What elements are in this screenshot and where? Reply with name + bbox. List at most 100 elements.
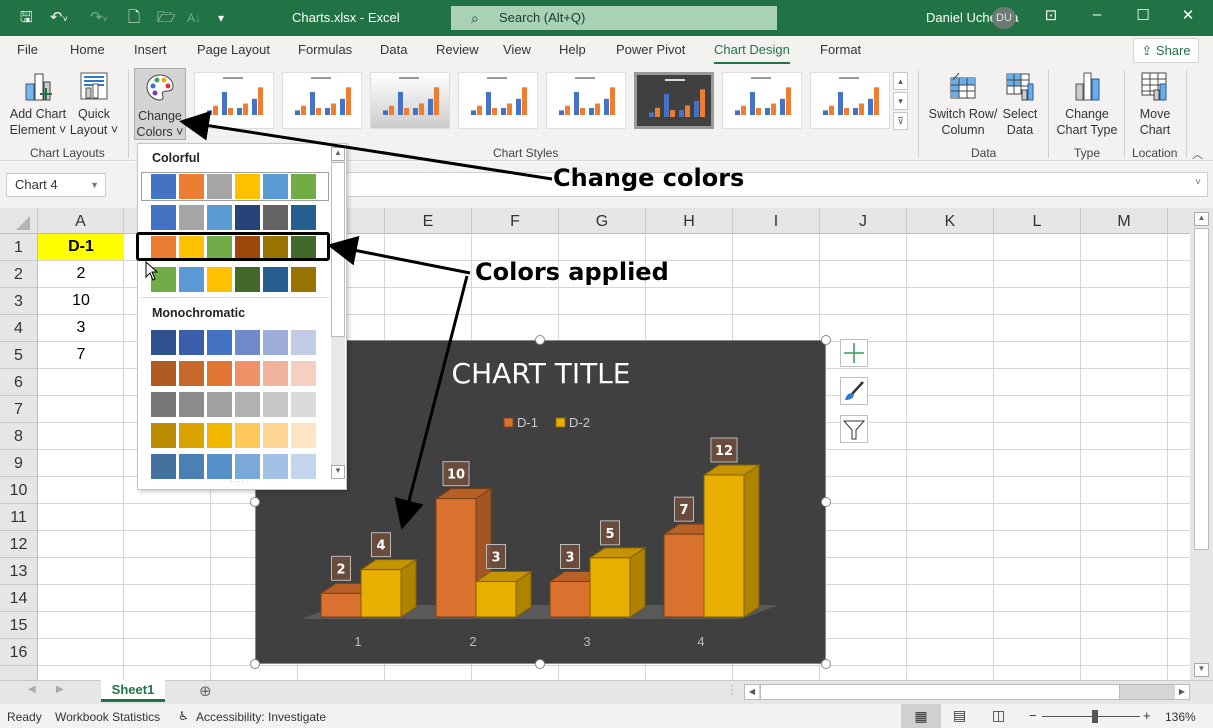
gallery-scroll-up[interactable]: ▴ [893, 72, 908, 90]
column-header-i[interactable]: I [733, 208, 820, 234]
row-header-16[interactable]: 16 [0, 639, 38, 666]
row-header-1[interactable]: 1 [0, 234, 38, 261]
column-header-l[interactable]: L [994, 208, 1081, 234]
sheet-tab[interactable]: Sheet1 [101, 680, 165, 702]
select-data-button[interactable]: Select Data [1000, 70, 1040, 138]
sort-icon[interactable]: A↓ [187, 8, 201, 28]
row-header-2[interactable]: 2 [0, 261, 38, 288]
scroll-right-button[interactable]: ▶ [1175, 685, 1189, 699]
row-header-15[interactable]: 15 [0, 612, 38, 639]
add-sheet-icon[interactable]: ⊕ [199, 682, 212, 700]
resize-handle[interactable] [821, 335, 831, 345]
chart-style-6[interactable] [634, 72, 714, 129]
tab-home[interactable]: Home [70, 42, 105, 57]
tab-review[interactable]: Review [436, 42, 479, 57]
undo-icon[interactable]: ↶˅ [50, 8, 68, 29]
chart-style-7[interactable] [722, 72, 802, 129]
tab-data[interactable]: Data [380, 42, 407, 57]
column-header-j[interactable]: J [820, 208, 907, 234]
cell-a4[interactable]: 3 [38, 315, 124, 341]
scroll-up-button[interactable]: ▲ [1194, 212, 1209, 226]
tab-insert[interactable]: Insert [134, 42, 167, 57]
next-sheet-icon[interactable]: ▶ [56, 684, 64, 695]
tab-power-pivot[interactable]: Power Pivot [616, 42, 685, 57]
row-header-3[interactable]: 3 [0, 288, 38, 315]
name-box[interactable]: Chart 4 ▼ [6, 173, 106, 197]
row-header-17[interactable] [0, 666, 38, 680]
gallery-more-button[interactable]: ⊽ [893, 112, 908, 130]
column-header-m[interactable]: M [1081, 208, 1168, 234]
workbook-statistics[interactable]: Workbook Statistics [55, 710, 160, 724]
column-header-a[interactable]: A [38, 208, 124, 234]
splitter-handle[interactable]: ⋮ [726, 683, 738, 697]
row-header-7[interactable]: 7 [0, 396, 38, 423]
tab-view[interactable]: View [503, 42, 531, 57]
row-header-9[interactable]: 9 [0, 450, 38, 477]
select-all-corner[interactable] [0, 208, 38, 234]
ribbon-display-icon[interactable]: ⊡ [1036, 6, 1066, 24]
column-header-e[interactable]: E [385, 208, 472, 234]
zoom-slider-thumb[interactable] [1092, 710, 1098, 723]
chart-filters-button[interactable] [840, 415, 868, 443]
h-scroll-thumb[interactable] [760, 685, 1120, 699]
chart-styles-button[interactable] [840, 377, 868, 405]
share-button[interactable]: ⇪ Share [1133, 38, 1199, 63]
search-box[interactable]: ⌕ Search (Alt+Q) [451, 6, 777, 30]
chart-style-5[interactable] [546, 72, 626, 129]
scroll-thumb[interactable] [1194, 228, 1209, 550]
open-folder-icon[interactable]: 🗁 [157, 8, 176, 28]
customize-qat-icon[interactable]: ▾ [218, 8, 224, 28]
switch-row-column-button[interactable]: Switch Row/ Column [928, 70, 998, 138]
chart-style-2[interactable] [282, 72, 362, 129]
row-header-14[interactable]: 14 [0, 585, 38, 612]
gallery-scroll-down[interactable]: ▾ [893, 92, 908, 110]
chart-style-1[interactable] [194, 72, 274, 129]
chart-style-3[interactable] [370, 72, 450, 129]
redo-icon[interactable]: ↷˅ [90, 8, 108, 29]
maximize-button[interactable]: ☐ [1128, 6, 1158, 24]
zoom-level[interactable]: 136% [1165, 710, 1196, 724]
page-layout-view-icon[interactable]: ▤ [953, 707, 966, 724]
tab-formulas[interactable]: Formulas [298, 42, 352, 57]
vertical-scrollbar[interactable]: ▲ ▼ [1190, 208, 1213, 680]
expand-formula-icon[interactable]: ˅ [1195, 177, 1201, 188]
cell-a5[interactable]: 7 [38, 342, 124, 368]
tab-page-layout[interactable]: Page Layout [197, 42, 270, 57]
collapse-ribbon-icon[interactable]: ︿ [1192, 146, 1203, 162]
row-header-10[interactable]: 10 [0, 477, 38, 504]
avatar[interactable]: DU [992, 7, 1016, 29]
resize-grip[interactable]: ···· [230, 477, 245, 486]
row-header-6[interactable]: 6 [0, 369, 38, 396]
resize-handle[interactable] [821, 497, 831, 507]
chart-style-4[interactable] [458, 72, 538, 129]
scroll-thumb[interactable] [331, 162, 345, 337]
cell-a3[interactable]: 10 [38, 288, 124, 314]
change-chart-type-button[interactable]: Change Chart Type [1056, 70, 1118, 138]
row-header-12[interactable]: 12 [0, 531, 38, 558]
formula-input[interactable]: ˅ [345, 172, 1208, 197]
resize-handle[interactable] [250, 497, 260, 507]
add-chart-element-button[interactable]: Add Chart Element ˅ [8, 70, 68, 138]
scroll-down-button[interactable]: ▼ [331, 465, 345, 479]
row-header-5[interactable]: 5 [0, 342, 38, 369]
tab-format[interactable]: Format [820, 42, 861, 57]
scroll-left-button[interactable]: ◀ [745, 685, 759, 699]
zoom-slider-track[interactable] [1042, 716, 1140, 717]
chart-elements-button[interactable] [840, 339, 868, 367]
move-chart-button[interactable]: Move Chart [1130, 70, 1180, 138]
resize-handle[interactable] [250, 659, 260, 669]
tab-chart-design[interactable]: Chart Design [714, 42, 790, 65]
new-file-icon[interactable]: 🗋 [128, 8, 140, 28]
column-header-g[interactable]: G [559, 208, 646, 234]
zoom-out-button[interactable]: − [1029, 708, 1037, 723]
normal-view-icon[interactable]: ▦ [901, 704, 941, 728]
scroll-down-button[interactable]: ▼ [1194, 663, 1209, 677]
resize-handle[interactable] [535, 335, 545, 345]
change-colors-button[interactable]: Change Colors ˅ [134, 68, 186, 140]
row-header-11[interactable]: 11 [0, 504, 38, 531]
scroll-up-button[interactable]: ▲ [331, 147, 345, 161]
zoom-in-button[interactable]: + [1143, 708, 1151, 723]
resize-handle[interactable] [821, 659, 831, 669]
close-button[interactable]: ✕ [1173, 6, 1203, 24]
cell-a2[interactable]: 2 [38, 261, 124, 287]
